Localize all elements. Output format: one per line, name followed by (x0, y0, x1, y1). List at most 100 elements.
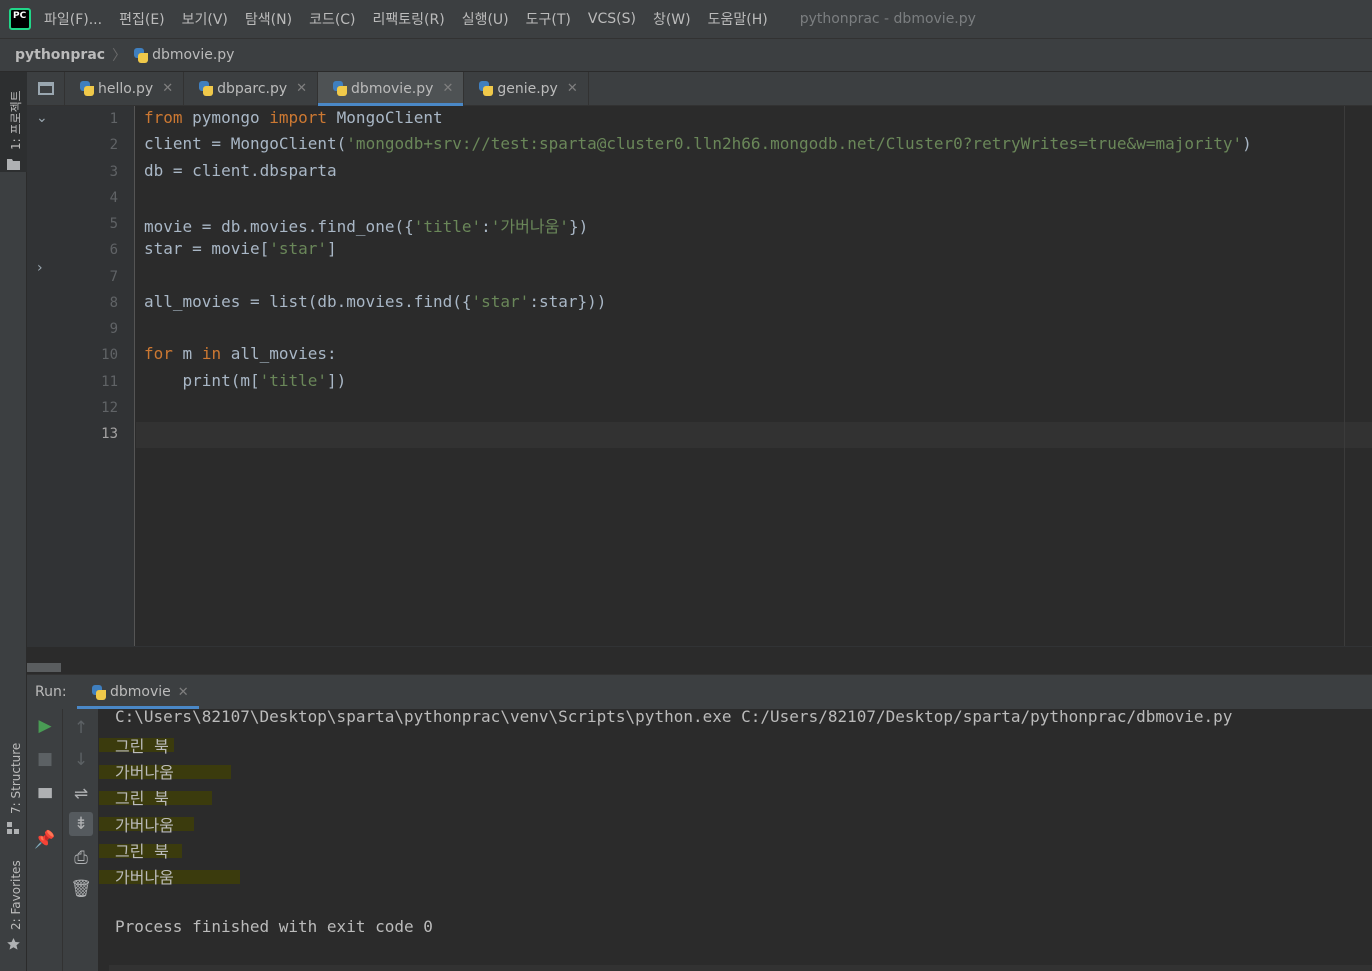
line-number: 11 (101, 373, 118, 390)
code-line: all_movies = list(db.movies.find({'star'… (144, 292, 606, 311)
line-number: 3 (109, 163, 118, 180)
close-icon[interactable]: ✕ (442, 81, 453, 96)
scrollbar-thumb[interactable] (27, 663, 61, 672)
chevron-right-icon[interactable]: › (37, 260, 43, 276)
breadcrumb-separator-icon: 〉 (112, 48, 127, 64)
tab-dbmovie-py[interactable]: dbmovie.py ✕ (318, 72, 465, 106)
editor-tab-bar: hello.py ✕ dbparc.py ✕ dbmovie.py ✕ geni… (27, 72, 1372, 106)
structure-tool-tab[interactable]: 7: Structure (0, 732, 27, 842)
line-number: 4 (109, 189, 118, 206)
run-toolbar-primary: ▶ ■ ▀ 📌 (27, 709, 63, 971)
code-line: star = movie['star'] (144, 239, 337, 258)
code-string: 'mongodb+srv://test:sparta@cluster0.lln2… (346, 134, 1243, 154)
toggle-project-view-icon[interactable] (27, 72, 65, 105)
project-tool-label: 1: 프로젝트 (9, 90, 23, 150)
code-line: client = MongoClient('mongodb+srv://test… (144, 134, 1252, 153)
window-title: pythonprac - dbmovie.py (799, 11, 976, 27)
menu-window[interactable]: 창(W) (653, 9, 691, 29)
run-console[interactable]: C:\Users\82107\Desktop\sparta\pythonprac… (99, 707, 1372, 971)
layout-icon[interactable]: ▀ (33, 787, 57, 811)
python-icon (91, 684, 106, 700)
favorites-tool-label: 2: Favorites (9, 860, 23, 930)
menu-run[interactable]: 실행(U) (462, 9, 509, 29)
code-token: ] (327, 239, 337, 259)
favorites-tool-tab[interactable]: 2: Favorites (0, 852, 27, 962)
scroll-up-icon[interactable]: ↑ (69, 716, 93, 740)
menu-tools[interactable]: 도구(T) (526, 9, 571, 29)
stop-icon[interactable]: ■ (33, 747, 57, 771)
run-tab-label: dbmovie (110, 684, 171, 700)
tab-label: dbparc.py (217, 80, 288, 97)
code-keyword: import (269, 108, 328, 127)
run-toolbar-secondary: ↑ ↓ ⇌ ⇟ ⎙ 🗑 (63, 709, 99, 971)
console-output-line: 그린 북 (115, 737, 169, 756)
code-token: all_movies: (221, 344, 337, 364)
code-token: :star})) (529, 291, 607, 311)
code-string: 'star' (471, 291, 530, 311)
menu-view[interactable]: 보기(V) (182, 9, 228, 29)
run-tab-dbmovie[interactable]: dbmovie ✕ (77, 675, 199, 709)
python-file-icon (198, 81, 214, 96)
code-line: from pymongo import MongoClient (144, 108, 443, 127)
tab-genie-py[interactable]: genie.py ✕ (464, 72, 589, 105)
project-tool-tab[interactable]: 1: 프로젝트 (0, 72, 27, 172)
tab-label: dbmovie.py (351, 80, 434, 97)
menu-file[interactable]: 파일(F)... (44, 9, 102, 29)
structure-icon (7, 822, 19, 834)
code-token: all_movies = list(db.movies.find({ (144, 291, 472, 311)
star-icon (7, 938, 20, 950)
breadcrumb-file[interactable]: dbmovie.py (152, 47, 234, 63)
editor-horizontal-scrollbar[interactable] (27, 646, 1372, 674)
code-editor[interactable]: ⌄ › 1 2 3 4 5 6 7 8 9 10 11 12 13 from pymongo impor… (27, 106, 1372, 646)
code-line: db = client.dbsparta (144, 161, 337, 180)
line-number: 13 (101, 426, 118, 442)
scroll-down-icon[interactable]: ↓ (69, 748, 93, 772)
code-string: 'title' (259, 370, 328, 390)
console-exit-message: Process finished with exit code 0 (115, 917, 433, 936)
console-horizontal-scrollbar[interactable] (109, 965, 1372, 971)
soft-wrap-icon[interactable]: ⇌ (69, 782, 93, 806)
menu-navigate[interactable]: 탐색(N) (245, 9, 292, 29)
close-icon[interactable]: ✕ (162, 81, 173, 96)
close-icon[interactable]: ✕ (567, 81, 578, 96)
pin-icon[interactable]: 📌 (33, 828, 57, 852)
run-panel-header: Run: dbmovie ✕ (27, 674, 1372, 709)
console-output-line: 그린 북 (115, 842, 169, 861)
line-number: 9 (109, 321, 118, 337)
menu-bar: PC 파일(F)... 편집(E) 보기(V) 탐색(N) 코드(C) 리팩토링… (0, 0, 1372, 38)
python-file-icon (332, 81, 348, 96)
breadcrumb: pythonprac 〉 dbmovie.py (0, 38, 1372, 72)
line-number: 7 (109, 268, 118, 285)
run-label: Run: (35, 684, 67, 700)
code-string: '가버나움' (490, 217, 569, 236)
scroll-to-end-icon[interactable]: ⇟ (69, 812, 93, 836)
code-token: ) (1242, 134, 1252, 154)
line-number: 5 (109, 216, 118, 232)
code-string: 'title' (413, 217, 482, 236)
tab-dbparc-py[interactable]: dbparc.py ✕ (184, 72, 319, 105)
code-keyword: for (144, 344, 173, 364)
close-icon[interactable]: ✕ (296, 81, 307, 96)
menu-refactor[interactable]: 리팩토링(R) (373, 9, 445, 29)
rerun-icon[interactable]: ▶ (33, 714, 57, 738)
menu-code[interactable]: 코드(C) (309, 9, 355, 29)
code-keyword: from (144, 108, 183, 127)
console-output-line: 가버나움 (115, 816, 174, 835)
trash-icon[interactable]: 🗑 (69, 877, 93, 901)
code-line: for m in all_movies: (144, 344, 337, 363)
close-icon[interactable]: ✕ (178, 685, 189, 700)
line-number: 12 (101, 399, 118, 416)
print-icon[interactable]: ⎙ (69, 846, 93, 870)
python-file-icon (79, 81, 94, 96)
code-token: : (481, 217, 491, 236)
chevron-down-icon[interactable]: ⌄ (36, 110, 48, 126)
menu-help[interactable]: 도움말(H) (708, 9, 768, 29)
breadcrumb-project[interactable]: pythonprac (15, 47, 105, 63)
line-number: 1 (109, 111, 118, 127)
console-output-line: 가버나움 (115, 868, 174, 887)
code-token: client = MongoClient( (144, 134, 347, 154)
menu-edit[interactable]: 편집(E) (119, 9, 165, 29)
tab-hello-py[interactable]: hello.py ✕ (65, 72, 185, 105)
code-token: pymongo (182, 108, 270, 127)
menu-vcs[interactable]: VCS(S) (588, 11, 636, 27)
